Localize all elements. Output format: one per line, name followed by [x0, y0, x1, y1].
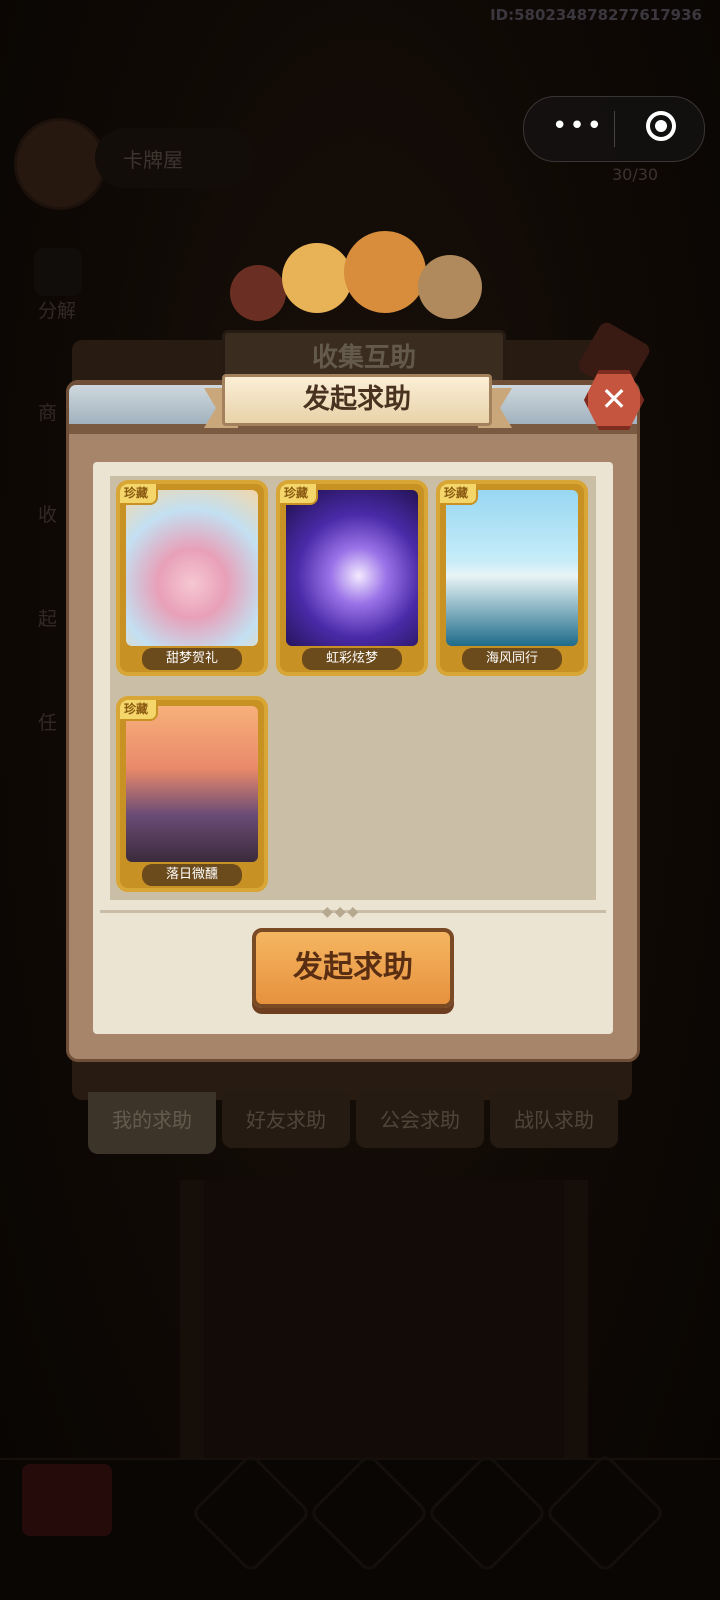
card-badge: 珍藏 [440, 484, 479, 505]
divider-ornament-icon: ◆◆◆ [322, 904, 361, 920]
card-art-ship [446, 490, 578, 646]
more-icon[interactable]: ••• [552, 111, 604, 141]
mascot-characters-illustration [220, 225, 500, 335]
close-icon: ✕ [600, 380, 628, 418]
card-item[interactable]: 珍藏 落日微醺 [116, 696, 268, 892]
send-request-button[interactable]: 发起求助 [252, 928, 454, 1008]
card-name: 甜梦贺礼 [142, 648, 242, 670]
exit-target-icon[interactable] [646, 111, 676, 141]
card-item[interactable]: 珍藏 海风同行 [436, 480, 588, 676]
card-name: 海风同行 [462, 648, 562, 670]
dialog-title-banner: 发起求助 [222, 374, 492, 426]
miniprogram-capsule: ••• [523, 96, 705, 162]
card-badge: 珍藏 [120, 484, 159, 505]
card-art-rainbow [286, 490, 418, 646]
dialog-title: 发起求助 [303, 384, 411, 415]
capsule-divider [614, 111, 615, 147]
send-request-label: 发起求助 [293, 950, 413, 985]
card-name: 虹彩炫梦 [302, 648, 402, 670]
card-item[interactable]: 珍藏 虹彩炫梦 [276, 480, 428, 676]
card-badge: 珍藏 [120, 700, 159, 721]
card-item[interactable]: 珍藏 甜梦贺礼 [116, 480, 268, 676]
card-art-cake [126, 490, 258, 646]
card-name: 落日微醺 [142, 864, 242, 886]
card-badge: 珍藏 [280, 484, 319, 505]
card-art-sunset-bar [126, 706, 258, 862]
